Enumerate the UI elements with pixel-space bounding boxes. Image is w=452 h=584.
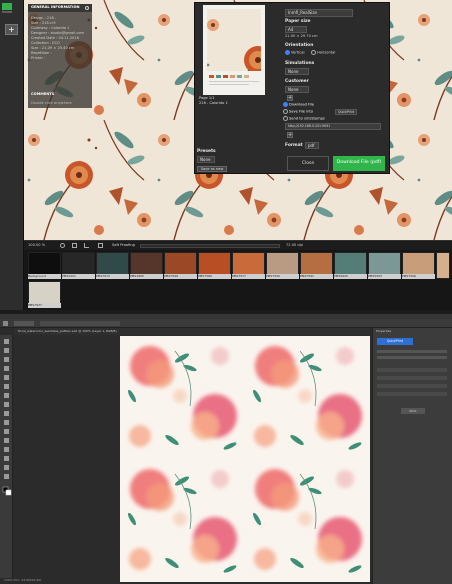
tools-panel: [0, 335, 13, 579]
document-tabs: floral_watercolor_seamless_pattern.psd @…: [14, 328, 370, 335]
add-customer-button[interactable]: +: [287, 95, 293, 101]
customer-select[interactable]: None: [285, 86, 309, 93]
status-text: 100% Doc: 24.9M/24.9M: [4, 578, 41, 582]
panel-field[interactable]: [377, 356, 447, 359]
swatch-label: PMS7599: [164, 274, 197, 279]
tool-options[interactable]: [40, 321, 120, 326]
swatch-label: PMS2201: [62, 274, 95, 279]
design-viewer-window: incom + GENERAL INFORMATION Design: 216…: [0, 0, 452, 310]
home-icon[interactable]: [3, 321, 8, 326]
options-bar: [0, 319, 452, 328]
swatch-label: PMS7527: [28, 303, 61, 308]
add-button[interactable]: +: [5, 24, 18, 35]
preset-select[interactable]: Inmfl_RealSize: [285, 9, 353, 17]
panel-title: Properties: [376, 329, 392, 333]
swatch-label: PMS7506: [402, 274, 435, 279]
comments-title: COMMENTS: [31, 92, 55, 96]
orientation-label: Orientation: [285, 43, 314, 48]
customer-label: Customer: [285, 79, 309, 84]
format-select[interactable]: pdf: [305, 142, 319, 149]
paper-size-label: Paper size: [285, 19, 311, 24]
print-preview: [203, 5, 265, 95]
print-button[interactable]: Print: [401, 408, 425, 414]
tool-preset-picker[interactable]: [14, 321, 34, 326]
download-file-radio[interactable]: Download File: [283, 102, 314, 108]
paper-size-select[interactable]: A4: [285, 26, 307, 33]
app-logo: incom: [2, 3, 22, 15]
color-swatch-strip: Background PMS2201 PMS7672 PMS1805 PMS75…: [24, 250, 452, 310]
swatch-label: PMS7591: [300, 274, 333, 279]
save-as-new-button[interactable]: Save as new: [197, 166, 227, 172]
swatch[interactable]: [436, 252, 450, 279]
download-file-button[interactable]: Download File (pdf): [333, 156, 385, 171]
panel-field[interactable]: [377, 384, 447, 388]
panel-field[interactable]: [377, 350, 447, 353]
send-url-field[interactable]: http://192.168.0.201:9091: [285, 123, 381, 130]
document-canvas[interactable]: [120, 336, 370, 582]
soft-proofing-toggle[interactable]: Soft Proofing: [112, 243, 135, 248]
print-dialog: Page 1/1 216 - Colorido 1 Inmfl_RealSize…: [194, 2, 390, 174]
design-name: 216 - Colorido 1: [199, 101, 228, 105]
document-tab[interactable]: floral_watercolor_seamless_pattern.psd @…: [18, 329, 117, 334]
swatch-label: PMS7672: [96, 274, 129, 279]
canvas-toolbar: 100.00 % Soft Proofing 72.00 dpi: [24, 240, 452, 250]
swatch-label: Background: [28, 274, 61, 279]
save-file-into-radio[interactable]: Save File into: [283, 109, 313, 115]
orientation-horizontal-radio[interactable]: Horizontal: [311, 50, 335, 56]
simulations-label: Simulations: [285, 61, 315, 66]
swatch-label: PMS7577: [232, 274, 265, 279]
panel-field[interactable]: [377, 368, 447, 372]
presets-label: Presets: [197, 149, 216, 154]
swatch-label: PMS5625: [334, 274, 367, 279]
properties-panel: Properties QuickPrint Print: [372, 328, 452, 584]
swatch-label: PMS5503: [368, 274, 401, 279]
save-target-select[interactable]: QuickPrint: [335, 109, 357, 115]
image-editor-window: floral_watercolor_seamless_pattern.psd @…: [0, 314, 452, 584]
presets-select[interactable]: None: [197, 156, 215, 163]
panel-field[interactable]: [377, 392, 447, 396]
zoom-value[interactable]: 100.00 %: [28, 243, 45, 248]
paper-dimensions: 21.00 × 29.70 cm: [285, 34, 318, 38]
orientation-vertical-radio[interactable]: Vertical: [285, 50, 304, 56]
left-sidebar: incom +: [0, 0, 24, 310]
resolution-value: 72.00 dpi: [286, 243, 303, 247]
swatch-label: PMS1805: [130, 274, 163, 279]
close-button[interactable]: Close: [287, 156, 329, 171]
format-label: Format: [285, 143, 303, 148]
proof-icon[interactable]: [98, 243, 103, 248]
comments-text[interactable]: Double click anywhere: [31, 101, 72, 106]
swatch-label: PMS7580: [198, 274, 231, 279]
status-bar: 100% Doc: 24.9M/24.9M: [0, 578, 120, 584]
add-destination-button[interactable]: +: [287, 132, 293, 138]
color-ruler: [140, 244, 280, 248]
simulations-select[interactable]: None: [285, 68, 309, 75]
send-to-radio[interactable]: Send to smsStamps: [283, 116, 325, 122]
quickprint-button[interactable]: QuickPrint: [377, 338, 413, 345]
info-row: Printer :: [31, 56, 46, 60]
panel-field[interactable]: [377, 376, 447, 380]
swatch-color: [437, 253, 449, 278]
swatch-label: PMS7520: [266, 274, 299, 279]
info-icon[interactable]: [85, 6, 89, 10]
general-information-panel: GENERAL INFORMATION Design : 216 - Size …: [28, 4, 92, 108]
upload-icon[interactable]: [84, 243, 89, 248]
fit-icon[interactable]: [72, 243, 77, 248]
search-icon[interactable]: [60, 243, 65, 248]
info-panel-title: GENERAL INFORMATION: [31, 5, 80, 9]
